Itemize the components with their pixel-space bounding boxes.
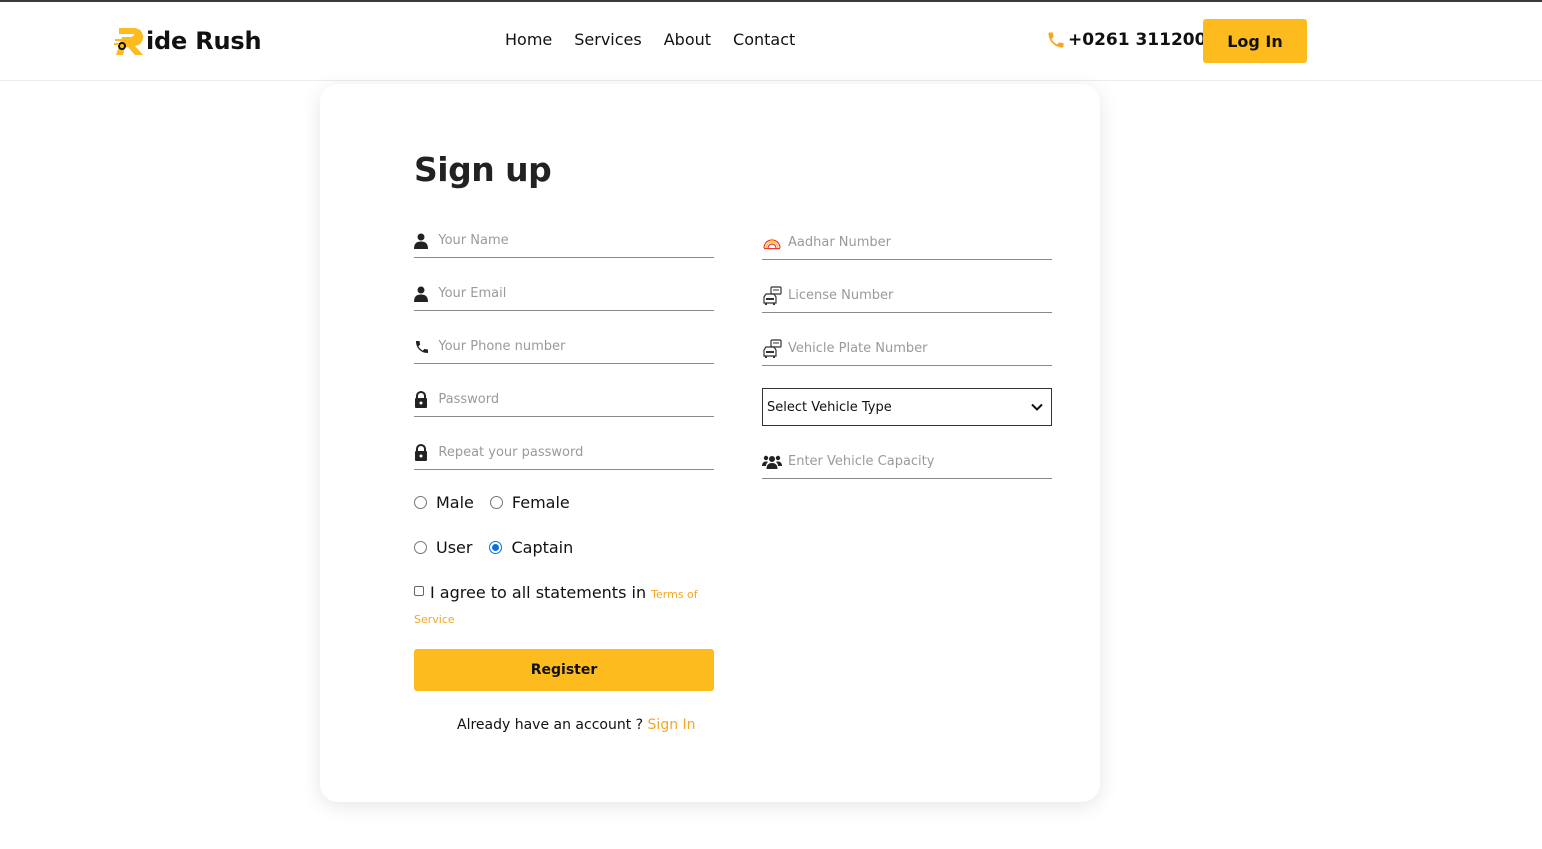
name-input[interactable] xyxy=(438,233,714,248)
license-input[interactable] xyxy=(788,288,1052,303)
brand[interactable]: ide Rush xyxy=(113,24,262,58)
register-button[interactable]: Register xyxy=(414,649,714,691)
vehicle-type-select[interactable]: Select Vehicle Type xyxy=(762,388,1052,426)
name-field xyxy=(414,224,714,258)
role-user-option[interactable]: User xyxy=(414,538,472,557)
gender-radio-group: Male Female xyxy=(414,493,586,512)
nav-services[interactable]: Services xyxy=(574,30,641,49)
aadhar-icon xyxy=(762,234,782,252)
repeat-password-field xyxy=(414,436,714,470)
brand-name: ide Rush xyxy=(146,27,262,55)
captain-label: Captain xyxy=(511,538,574,557)
plate-input[interactable] xyxy=(788,341,1052,356)
terms-agreement: I agree to all statements in Terms of Se… xyxy=(414,581,714,631)
license-vehicle-icon xyxy=(762,338,782,358)
gender-male-option[interactable]: Male xyxy=(414,493,474,512)
lock-icon xyxy=(414,391,432,409)
male-radio[interactable] xyxy=(414,496,427,509)
password-field xyxy=(414,383,714,417)
signin-prompt: Already have an account ? Sign In xyxy=(457,717,696,733)
female-label: Female xyxy=(511,493,570,512)
page-title: Sign up xyxy=(414,150,552,189)
user-radio[interactable] xyxy=(414,541,427,554)
navbar: ide Rush Home Services About Contact +02… xyxy=(0,2,1542,81)
license-vehicle-icon xyxy=(762,285,782,305)
role-captain-option[interactable]: Captain xyxy=(489,538,573,557)
agree-text: I agree to all statements in xyxy=(430,583,647,602)
phone-input[interactable] xyxy=(438,339,714,354)
capacity-input[interactable] xyxy=(788,454,1052,469)
login-button[interactable]: Log In xyxy=(1203,19,1307,63)
lock-icon xyxy=(414,444,432,462)
nav-contact[interactable]: Contact xyxy=(733,30,795,49)
users-icon xyxy=(762,453,782,471)
already-account-text: Already have an account ? xyxy=(457,717,644,733)
main-nav: Home Services About Contact xyxy=(505,30,817,49)
phone-icon xyxy=(1048,32,1064,48)
male-label: Male xyxy=(436,493,474,512)
user-icon xyxy=(414,285,432,303)
capacity-field xyxy=(762,445,1052,479)
ride-rush-logo-icon xyxy=(114,28,143,55)
female-radio[interactable] xyxy=(489,496,503,509)
gender-female-option[interactable]: Female xyxy=(489,493,570,512)
email-field xyxy=(414,277,714,311)
aadhar-input[interactable] xyxy=(788,235,1052,250)
nav-home[interactable]: Home xyxy=(505,30,552,49)
captain-radio[interactable] xyxy=(489,541,503,554)
chevron-down-icon xyxy=(1031,403,1043,411)
agree-checkbox[interactable] xyxy=(414,585,424,596)
nav-about[interactable]: About xyxy=(664,30,711,49)
role-radio-group: User Captain xyxy=(414,538,589,557)
sign-in-link[interactable]: Sign In xyxy=(648,717,696,733)
email-input[interactable] xyxy=(438,286,714,301)
plate-field xyxy=(762,332,1052,366)
phone-number[interactable]: +0261 3112005 xyxy=(1068,30,1218,50)
password-input[interactable] xyxy=(438,392,714,407)
user-label: User xyxy=(436,538,473,557)
header-phone: +0261 3112005 xyxy=(1046,30,1218,50)
phone-icon xyxy=(414,338,432,356)
license-field xyxy=(762,279,1052,313)
phone-field xyxy=(414,330,714,364)
user-icon xyxy=(414,232,432,250)
aadhar-field xyxy=(762,226,1052,260)
repeat-password-input[interactable] xyxy=(438,445,714,460)
vehicle-type-selected: Select Vehicle Type xyxy=(767,399,892,415)
